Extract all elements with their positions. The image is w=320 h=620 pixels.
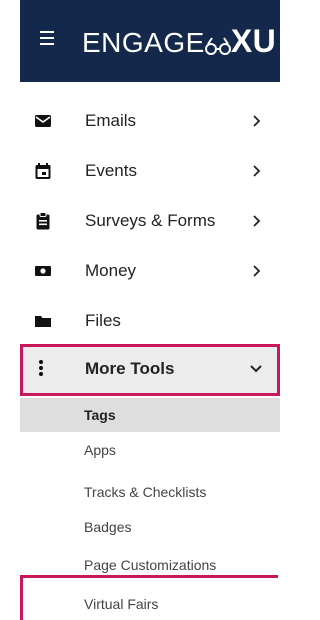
chevron-right-icon [253, 165, 261, 177]
envelope-icon [35, 115, 51, 127]
menu-item-emails[interactable]: Emails [20, 96, 280, 146]
menu-item-events[interactable]: Events [20, 146, 280, 196]
folder-icon [35, 316, 51, 327]
menu-item-label: Surveys & Forms [85, 211, 216, 230]
binoculars-icon [204, 37, 231, 55]
brand-text: ENGAGE [82, 27, 205, 58]
submenu-item-tracks-checklists[interactable]: Tracks & Checklists [20, 484, 280, 518]
money-icon [35, 266, 51, 276]
submenu-item-label: Badges [84, 519, 132, 535]
brand-logo[interactable]: ENGAGE XU [82, 20, 276, 64]
side-menu: Emails Events Surveys & Forms Money File… [20, 96, 280, 346]
submenu-item-apps[interactable]: Apps [20, 442, 280, 476]
submenu-item-label: Page Customizations [84, 557, 217, 573]
submenu-item-label: Tags [84, 407, 116, 423]
submenu-item-label: Tracks & Checklists [84, 484, 207, 500]
menu-item-label: Money [85, 261, 137, 280]
menu-item-label: Files [85, 311, 121, 330]
highlight-box-more-tools-edge [277, 344, 280, 396]
submenu-item-label: Apps [84, 442, 116, 458]
clipboard-icon [36, 212, 50, 230]
menu-item-surveys-forms[interactable]: Surveys & Forms [20, 196, 280, 246]
chevron-right-icon [253, 215, 261, 227]
top-bar: ENGAGE XU [20, 0, 280, 82]
menu-item-files[interactable]: Files [20, 296, 280, 346]
brand-suffix: XU [230, 23, 277, 59]
menu-item-label: Events [85, 161, 137, 180]
calendar-icon [35, 163, 51, 179]
highlight-box-more-tools [20, 344, 278, 396]
submenu-item-badges[interactable]: Badges [20, 519, 280, 549]
hamburger-menu-icon[interactable] [40, 31, 54, 47]
submenu-item-tags[interactable]: Tags [20, 398, 280, 432]
chevron-right-icon [253, 115, 261, 127]
highlight-box-virtual-fairs [20, 575, 278, 620]
menu-item-label: Emails [85, 111, 137, 130]
chevron-right-icon [253, 265, 261, 277]
menu-item-money[interactable]: Money [20, 246, 280, 296]
